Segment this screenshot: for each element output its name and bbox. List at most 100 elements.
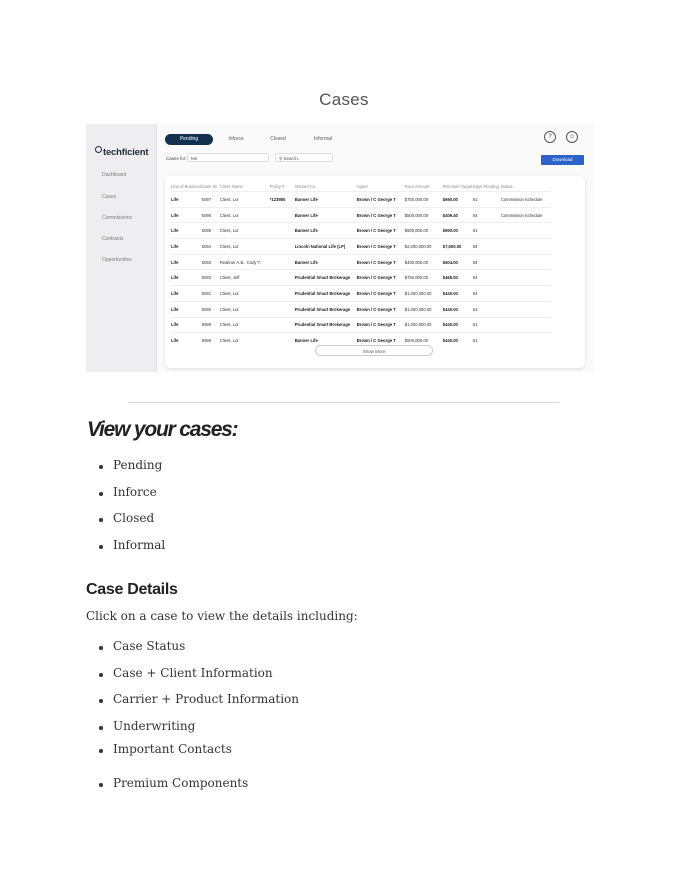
table-cell: Life <box>171 253 202 270</box>
table-cell: $750,000.00 <box>404 191 443 208</box>
list-item-text: Pending <box>113 458 163 472</box>
table-cell: $440.00 <box>442 285 473 302</box>
table-cell: Brown \ C George T <box>356 285 405 302</box>
table-cell: Client, Lor <box>219 285 270 302</box>
table-cell: 64 <box>472 238 501 255</box>
table-cell: Brown \ C George T <box>356 300 405 317</box>
page-title: Cases <box>319 90 369 109</box>
table-row[interactable]: Life 5091 Client, Lor Prudential Smart Brok… <box>171 285 551 302</box>
table-cell: Brown \ C George T <box>356 206 405 223</box>
table-cell: Life <box>171 191 202 208</box>
table-row[interactable]: Life 5090 Client, Lor Prudential Smart Brok… <box>171 300 551 317</box>
table-cell: $1,000,000.00 <box>404 316 443 333</box>
table-cell: *123980 <box>269 191 295 208</box>
table-cell: Brown \ C George T <box>356 191 405 208</box>
table-cell <box>500 300 551 317</box>
table-cell <box>500 238 551 255</box>
sidebar-item-commissions[interactable]: Commissions <box>102 215 132 221</box>
table-cell: 5092 <box>201 269 220 286</box>
details-intro: Click on a case to view the details incl… <box>86 609 358 623</box>
logo: techficient <box>95 146 149 158</box>
list-item-text: Important Contacts <box>113 742 232 756</box>
table-cell: $2,000,000.00 <box>404 238 443 255</box>
column-header[interactable]: Insured Co. <box>295 182 357 192</box>
table-row[interactable]: Life 5092 Client, Jeff Prudential Smart Bro… <box>171 269 551 286</box>
table-cell <box>500 316 551 333</box>
table-cell: $1,000,000.00 <box>404 300 443 317</box>
table-cell <box>269 300 295 317</box>
table-cell: 5095 <box>201 222 220 239</box>
table-cell <box>500 269 551 286</box>
table-row[interactable]: Life 5096 Client, Lor Banner Life Brown \ C … <box>171 206 551 223</box>
table-cell: 61 <box>472 316 501 333</box>
app-screenshot: techficient Dashboard Cases Commissions … <box>86 124 594 372</box>
column-header[interactable]: Case ID <box>202 182 220 192</box>
table-cell: Client, Lor <box>219 332 270 348</box>
table-cell: 5090 <box>201 300 220 317</box>
table-cell: Life <box>171 300 202 317</box>
column-header[interactable]: Status <box>501 182 551 192</box>
table-cell: $7,500.00 <box>442 238 473 255</box>
column-header[interactable]: Policy # <box>270 182 295 192</box>
column-header[interactable]: Premium Target <box>443 182 473 192</box>
tab-inforce[interactable]: Inforce <box>221 134 251 145</box>
table-row[interactable]: Life 5097 Client, Lor *123980 Banner Life Bro… <box>171 191 551 208</box>
cases-for-input[interactable]: Me <box>187 153 269 162</box>
tab-closed[interactable]: Closed <box>263 134 293 145</box>
table-cell: Banner Life <box>294 191 357 208</box>
table-cell: $440.00 <box>442 332 473 348</box>
column-header[interactable]: Client Name <box>220 182 270 192</box>
table-cell: $504.00 <box>442 253 473 270</box>
table-cell: 5094 <box>201 238 220 255</box>
details-heading: Case Details <box>86 581 178 598</box>
table-cell: Brown \ C George T <box>356 238 405 255</box>
table-cell: 5089 <box>201 316 220 333</box>
sidebar-item-contracts[interactable]: Contracts <box>102 236 123 242</box>
table-row[interactable]: Life 5089 Client, Lor Prudential Smart Brok… <box>171 316 551 333</box>
table-cell: $440.00 <box>442 300 473 317</box>
search-placeholder: Search.. <box>283 156 301 161</box>
column-header[interactable]: Face Amount <box>405 182 443 192</box>
table-cell: Realtner A.B., Cody T. <box>219 253 270 270</box>
search-input[interactable]: ⚲ Search.. <box>275 153 333 162</box>
table-cell: Life <box>171 269 202 286</box>
table-row[interactable]: Life 5093 Realtner A.B., Cody T. Banner Lif… <box>171 253 551 270</box>
help-icon[interactable]: ? <box>544 131 556 143</box>
table-cell: Commission Schedule <box>500 191 551 208</box>
column-header[interactable]: Line of Business <box>171 182 202 192</box>
table-cell: 61 <box>472 222 501 239</box>
table-cell: Life <box>171 206 202 223</box>
cases-for-label: Cases for: <box>166 156 187 161</box>
table-cell: $500,000.00 <box>404 206 443 223</box>
column-header[interactable]: Days Pending <box>473 182 501 192</box>
table-cell: $440.00 <box>442 316 473 333</box>
table-cell: 5097 <box>201 191 220 208</box>
download-button[interactable]: Download <box>541 155 584 165</box>
table-cell: Commission Schedule <box>500 206 551 223</box>
table-row[interactable]: Life 5094 Client, Lor Lincoln National Life… <box>171 238 551 255</box>
table-cell: 61 <box>472 300 501 317</box>
table-cell: Client, Lor <box>219 316 270 333</box>
list-item-text: Closed <box>113 511 155 525</box>
list-item-text: Carrier + Product Information <box>113 692 299 706</box>
show-more-button[interactable]: Show More <box>315 345 433 356</box>
tab-informal[interactable]: Informal <box>308 134 338 145</box>
logo-text: techficient <box>103 147 149 158</box>
table-cell: Brown \ C George T <box>356 269 405 286</box>
table-cell: Prudential Smart Brokerage <box>294 316 357 333</box>
table-cell <box>269 238 295 255</box>
table-cell: Banner Life <box>294 206 357 223</box>
table-row[interactable]: Life 5095 Client, Lor Banner Life Brown \ C … <box>171 222 551 239</box>
tab-pending[interactable]: Pending <box>165 134 213 145</box>
table-cell: 61 <box>472 332 501 348</box>
table-cell: Brown \ C George T <box>356 222 405 239</box>
divider <box>128 402 559 403</box>
table-cell: Brown \ C George T <box>356 316 405 333</box>
account-icon[interactable]: ☺ <box>566 131 578 143</box>
table-cell: Life <box>171 222 202 239</box>
table-cell: Life <box>171 285 202 302</box>
sidebar-item-dashboard[interactable]: Dashboard <box>102 172 126 178</box>
sidebar-item-cases[interactable]: Cases <box>102 194 116 200</box>
column-header[interactable]: Agent <box>357 182 405 192</box>
sidebar-item-opportunities[interactable]: Opportunities <box>102 257 132 263</box>
